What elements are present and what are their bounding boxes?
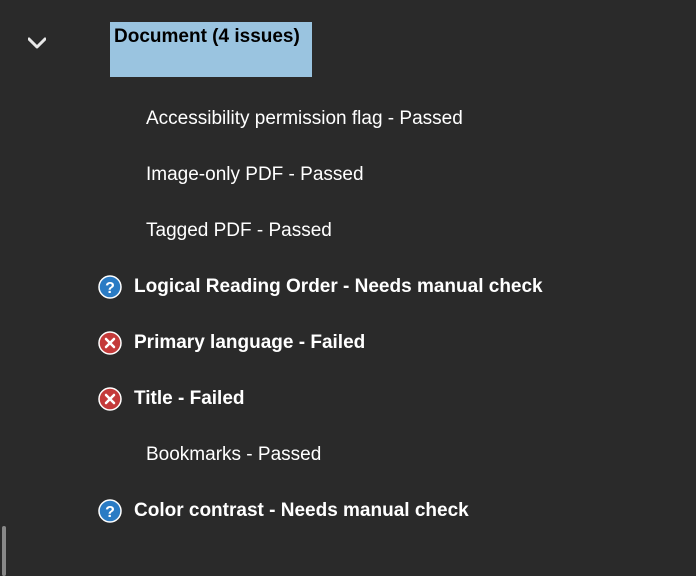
result-item[interactable]: Primary language - Failed bbox=[98, 315, 696, 371]
result-item-label: Tagged PDF - Passed bbox=[146, 220, 332, 242]
result-item[interactable]: Tagged PDF - Passed bbox=[98, 203, 696, 259]
result-item-label: Color contrast - Needs manual check bbox=[134, 500, 469, 522]
question-icon: ? bbox=[98, 499, 122, 523]
result-item-label: Primary language - Failed bbox=[134, 332, 365, 354]
section-header[interactable]: Document (4 issues) bbox=[110, 22, 312, 77]
result-item-label: Accessibility permission flag - Passed bbox=[146, 108, 463, 130]
accessibility-results-panel: Document (4 issues) Accessibility permis… bbox=[0, 0, 696, 539]
result-item[interactable]: Accessibility permission flag - Passed bbox=[98, 91, 696, 147]
error-icon bbox=[98, 331, 122, 355]
no-icon bbox=[98, 443, 134, 467]
result-item-label: Logical Reading Order - Needs manual che… bbox=[134, 276, 543, 298]
result-item[interactable]: ? Color contrast - Needs manual check bbox=[98, 483, 696, 539]
svg-text:?: ? bbox=[105, 280, 115, 297]
svg-text:?: ? bbox=[105, 504, 115, 521]
items-list: Accessibility permission flag - Passed Im… bbox=[24, 91, 696, 539]
result-item-label: Bookmarks - Passed bbox=[146, 444, 321, 466]
no-icon bbox=[98, 219, 134, 243]
result-item[interactable]: ? Logical Reading Order - Needs manual ch… bbox=[98, 259, 696, 315]
no-icon bbox=[98, 107, 134, 131]
result-item[interactable]: Bookmarks - Passed bbox=[98, 427, 696, 483]
result-item-label: Title - Failed bbox=[134, 388, 245, 410]
chevron-down-icon bbox=[28, 36, 46, 54]
result-item-label: Image-only PDF - Passed bbox=[146, 164, 364, 186]
question-icon: ? bbox=[98, 275, 122, 299]
scrollbar-thumb[interactable] bbox=[2, 526, 6, 576]
result-item[interactable]: Title - Failed bbox=[98, 371, 696, 427]
result-item[interactable]: Image-only PDF - Passed bbox=[98, 147, 696, 203]
error-icon bbox=[98, 387, 122, 411]
expand-toggle[interactable] bbox=[28, 36, 46, 54]
no-icon bbox=[98, 163, 134, 187]
